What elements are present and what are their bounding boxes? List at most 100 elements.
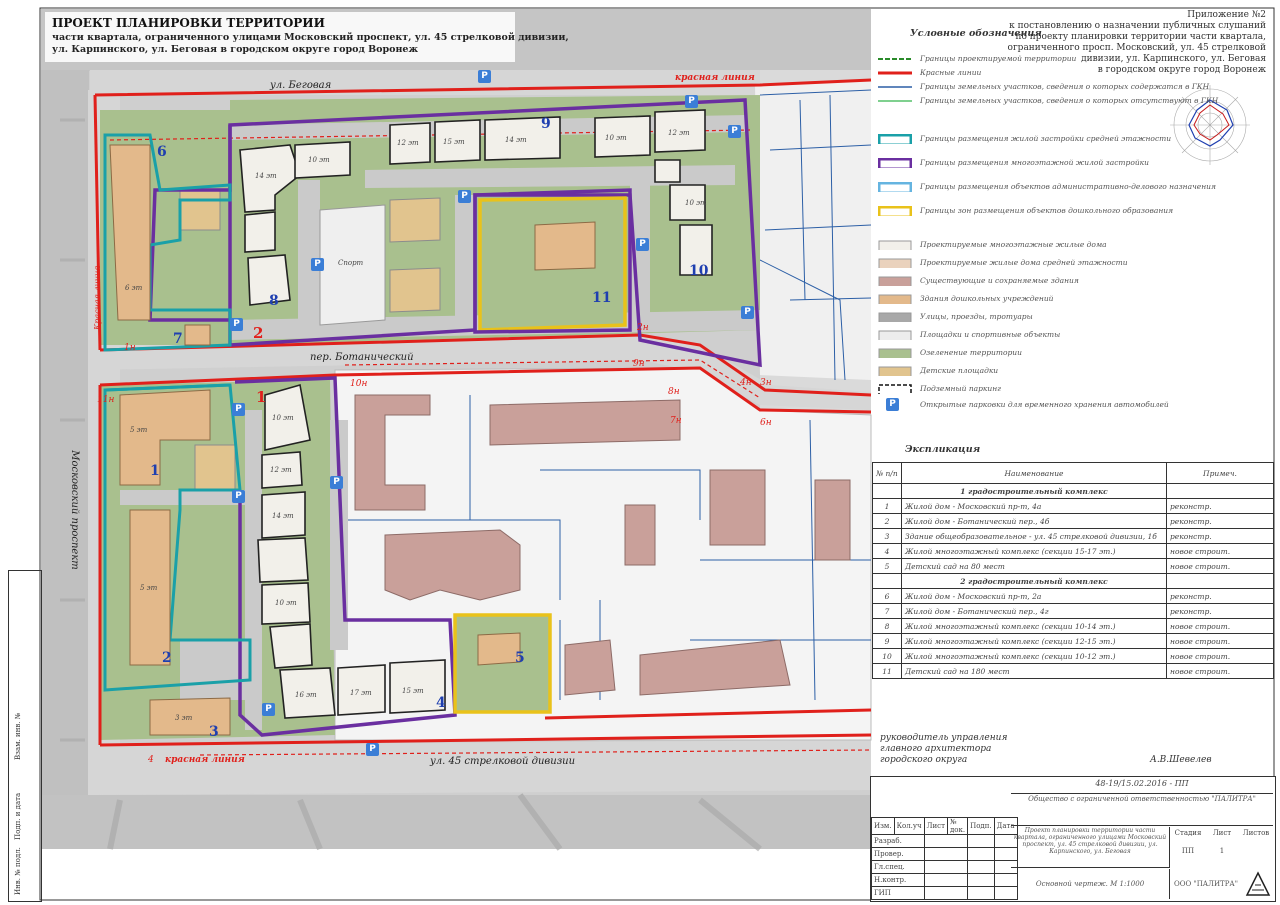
table-cell: 7 [872,603,902,619]
parking-icon: P [232,490,245,503]
street-div45: ул. 45 стрелковой дивизии [429,756,575,767]
table-row: 10 Жилой многоэтажный комплекс (секции 10… [872,648,1274,664]
stamp-org: Общество с ограниченной ответственностью… [1011,795,1273,826]
parking-icon: P [636,238,649,251]
svg-text:6 эт: 6 эт [125,284,143,292]
svg-text:17 эт: 17 эт [350,689,372,697]
parking-icon: P [262,703,275,716]
svg-text:11н: 11н [97,395,114,405]
table-cell: новое строит. [1166,633,1274,649]
signature-name: А.В.Шевелев [1150,755,1212,765]
parking-icon: P [230,318,243,331]
svg-text:Спорт: Спорт [338,259,364,267]
stamp-project: Проект планировки территории части кварт… [1011,827,1170,868]
parking-icon: P [728,125,741,138]
svg-text:5 эт: 5 эт [140,584,158,592]
parking-icon: P [886,398,899,411]
page-title: ПРОЕКТ ПЛАНИРОВКИ ТЕРРИТОРИИ [52,16,325,30]
playground-1 [389,197,441,243]
legend-item: Границы земельных участков, сведения о к… [878,96,1219,105]
red-line-label-3: Красная линия [93,266,102,331]
table-cell: новое строит. [1166,558,1274,574]
legend-item: Площадки и спортивные объекты [876,328,1271,344]
table-cell: Детский сад на 80 мест [901,558,1167,574]
legend-item: Проектируемые жилые дома средней этажнос… [876,256,1271,272]
parking-icon: P [685,95,698,108]
title-stamp: 48-19/15.02.2016 - ПП Общество с огранич… [870,776,1276,902]
stamp-table: Изм. Кол.уч Лист № док. Подп. Дата Разраб. Пр… [871,817,1018,900]
table-cell: новое строит. [1166,618,1274,634]
svg-text:5 эт: 5 эт [130,426,148,434]
table-cell: новое строит. [1166,663,1274,679]
table-row: 9 Жилой многоэтажный комплекс (секции 12-… [872,633,1274,649]
table-cell: 10 [872,648,902,664]
table-cell: 2 [872,513,902,529]
stage-block: Стадия Лист Листов ПП 1 [1174,829,1270,855]
table-cell: Жилой многоэтажный комплекс (секции 12-1… [901,633,1167,649]
explication-title: Экспликация [905,444,981,455]
legend-item: Озеленение территории [876,346,1271,362]
svg-text:1н: 1н [124,343,136,353]
plot-number-1: 1 [256,388,266,406]
legend-item: Здания дошкольных учреждений [876,292,1271,308]
table-cell: Жилой дом - Московский пр-т, 4а [901,498,1167,514]
svg-text:7: 7 [173,331,183,347]
svg-text:14 эт: 14 эт [255,172,277,180]
svg-text:9н: 9н [633,359,645,369]
street-botanical: пер. Ботанический [310,352,414,363]
planning-sheet: ул. Беговая пер. Ботанический ул. 45 стр… [0,0,1280,905]
svg-text:15 эт: 15 эт [443,138,465,146]
table-group-row: 1 градостроительный комплекс [872,483,1274,499]
table-cell: Жилой дом - Ботанический пер., 4б [901,513,1167,529]
table-cell: Жилой многоэтажный комплекс (секции 10-1… [901,648,1167,664]
page-subtitle-2: ул. Карпинского, ул. Беговая в городском… [52,44,419,55]
table-cell: Жилой дом - Ботанический пер., 4г [901,603,1167,619]
table-row: 6 Жилой дом - Московский пр-т, 2а реконстр… [872,588,1274,604]
svg-text:1: 1 [150,463,160,479]
svg-text:8: 8 [269,293,279,309]
svg-text:15 эт: 15 эт [402,687,424,695]
table-row: 8 Жилой многоэтажный комплекс (секции 10-… [872,618,1274,634]
parking-icon: P [330,476,343,489]
legend-item: Границы размещения многоэтажной жилой за… [876,156,1271,172]
table-cell: 11 [872,663,902,679]
legend-item: Проектируемые многоэтажные жилые дома [876,238,1271,254]
table-cell: реконстр. [1166,528,1274,544]
svg-text:3 эт: 3 эт [175,714,193,722]
svg-text:4: 4 [147,755,154,765]
table-cell: 1 [872,498,902,514]
legend-item: Границы размещения жилой застройки средн… [876,132,1271,148]
table-cell: 8 [872,618,902,634]
table-row: 7 Жилой дом - Ботанический пер., 4г реконс… [872,603,1274,619]
parking-icon: P [232,403,245,416]
table-cell: Жилой многоэтажный комплекс (секции 15-1… [901,543,1167,559]
legend-item: Улицы, проезды, тротуары [876,310,1271,326]
svg-text:14 эт: 14 эт [272,512,294,520]
street-moskovsky: Московский проспект [69,449,80,570]
svg-text:3: 3 [209,724,219,740]
red-line-label-2: красная линия [675,73,755,83]
table-cell: Жилой дом - Московский пр-т, 2а [901,588,1167,604]
svg-text:10 эт: 10 эт [275,599,297,607]
svg-text:8н: 8н [668,387,680,397]
red-line-label-1: красная линия [165,755,245,765]
table-row: 2 Жилой дом - Ботанический пер., 4б реконс… [872,513,1274,529]
svg-text:6: 6 [157,144,167,160]
table-cell: реконстр. [1166,513,1274,529]
svg-text:11: 11 [592,290,611,306]
playground-2 [389,267,441,313]
svg-text:2н: 2н [636,323,649,333]
table-header: № п/п Наименование Примеч. [872,462,1274,484]
table-group-row: 2 градостроительный комплекс [872,573,1274,589]
table-cell: 3 [872,528,902,544]
svg-text:7н: 7н [670,416,682,426]
legend-item: Детские площадки [876,364,1271,380]
div45-road [88,740,871,795]
legend-item: P Открытые парковки для временного хранен… [876,398,1271,414]
svg-text:2: 2 [162,650,172,666]
svg-text:9: 9 [541,116,551,132]
parking-icon: P [366,743,379,756]
svg-text:3н: 3н [760,378,772,388]
parking-icon: P [478,70,491,83]
signature-block: руководитель управления главного архитек… [880,733,1008,765]
